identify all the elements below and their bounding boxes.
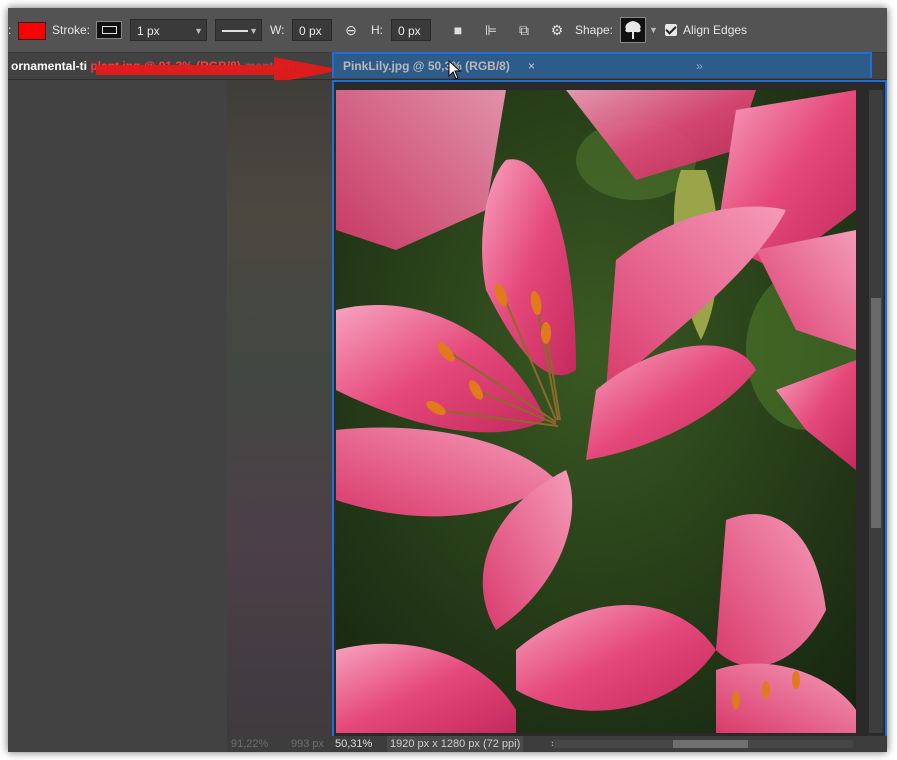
width-input[interactable]: 0 px [292,19,332,41]
ghost-zoom-readout: 91,22% [231,738,269,750]
height-input[interactable]: 0 px [391,19,431,41]
close-icon[interactable]: × [528,54,535,78]
tab-ornamental-tree-label: ornamental-ti [11,59,88,73]
chevron-down-icon: ▼ [249,26,258,36]
width-value: 0 px [299,24,322,38]
pink-lily-photo[interactable] [336,90,856,733]
pasteboard-area [8,80,227,752]
lily-image [336,90,856,733]
width-label: W: [270,23,285,37]
options-bar: : Stroke: 1 px ▼ ▼ W: 0 px ⊖ H: 0 px ■ ⊫… [8,8,887,53]
align-edges-label: Align Edges [683,23,748,37]
stroke-width-dropdown[interactable]: 1 px ▼ [130,19,207,41]
path-arrangement-icon[interactable]: ⧉ [513,19,535,41]
stroke-label: Stroke: [52,23,91,37]
mouse-cursor-icon [448,60,462,80]
shape-label: Shape: [575,23,614,37]
tab-pink-lily-label: PinkLily.jpg @ 50,3% (RGB/8) [343,59,510,73]
fill-label-fragment: : [8,23,12,37]
horizontal-scroll-thumb[interactable] [673,740,748,748]
document-window [332,80,887,752]
document-size-info[interactable]: 1920 px x 1280 px (72 ppi) [387,736,524,752]
stroke-type-dropdown[interactable]: ▼ [215,19,262,41]
stroke-width-value: 1 px [137,24,160,38]
photoshop-window: : Stroke: 1 px ▼ ▼ W: 0 px ⊖ H: 0 px ■ ⊫… [8,8,887,752]
height-label: H: [371,23,383,37]
shape-picker[interactable] [620,17,646,43]
zoom-level[interactable]: 50,31% [335,736,372,752]
link-icon[interactable]: ⊖ [342,19,360,41]
tree-shape-icon [625,21,641,39]
ghost-document-preview [227,80,333,736]
ghost-size-readout: 993 px [291,738,325,750]
fill-color-swatch[interactable] [18,22,46,40]
tab-overflow-icon[interactable]: » [696,54,703,78]
height-value: 0 px [398,24,421,38]
gear-icon[interactable]: ⚙ [547,19,567,41]
horizontal-scrollbar[interactable] [553,740,853,748]
chevron-down-icon: ▼ [194,26,203,36]
align-edges-checkbox[interactable] [665,24,677,36]
path-alignment-icon[interactable]: ⊫ [481,19,501,41]
vertical-scrollbar[interactable] [869,90,883,733]
vertical-scroll-thumb[interactable] [871,298,881,528]
stroke-color-swatch[interactable] [96,21,122,39]
path-operations-icon[interactable]: ■ [448,19,468,41]
tab-pink-lily[interactable]: PinkLily.jpg @ 50,3% (RGB/8) × » [332,52,872,78]
stroke-swatch-icon [102,26,117,34]
solid-line-icon [222,30,248,32]
